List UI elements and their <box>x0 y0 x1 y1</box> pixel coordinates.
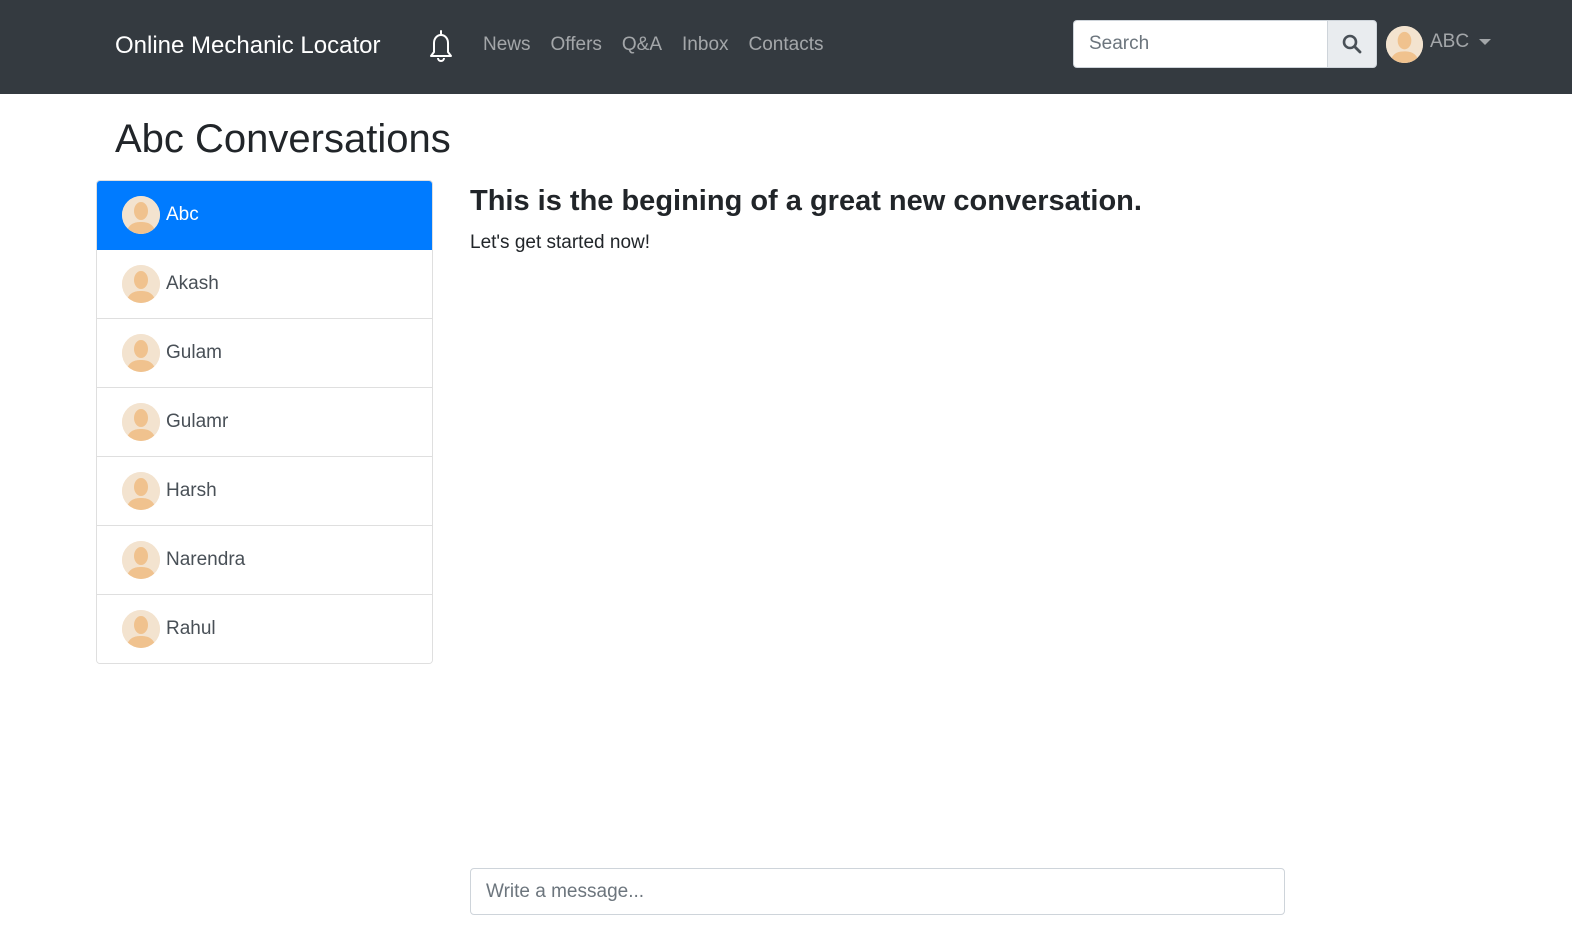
contact-name: Narendra <box>166 549 246 570</box>
search-icon <box>1342 34 1362 54</box>
contact-name: Abc <box>166 204 199 225</box>
search-input[interactable] <box>1073 20 1327 68</box>
nav-link-contacts[interactable]: Contacts <box>749 31 824 59</box>
contact-name: Gulamr <box>166 411 229 432</box>
conversation-subtext: Let's get started now! <box>470 232 651 253</box>
contact-item-gulam[interactable]: Gulam <box>97 319 432 388</box>
nav-link-qa[interactable]: Q&A <box>622 31 662 59</box>
user-name: ABC <box>1430 31 1470 52</box>
contact-item-rahul[interactable]: Rahul <box>97 595 432 663</box>
nav-links: News Offers Q&A Inbox Contacts <box>483 31 844 59</box>
message-input[interactable] <box>470 868 1285 915</box>
user-dropdown[interactable]: ABC <box>1386 25 1492 63</box>
caret-down-icon <box>1479 39 1492 45</box>
contact-name: Akash <box>166 273 219 294</box>
contact-avatar-icon <box>122 472 160 510</box>
contact-avatar-icon <box>122 334 160 372</box>
contact-avatar-icon <box>122 265 160 303</box>
nav-link-offers[interactable]: Offers <box>551 31 602 59</box>
contact-item-gulamr[interactable]: Gulamr <box>97 388 432 457</box>
contact-avatar-icon <box>122 196 160 234</box>
contact-item-abc[interactable]: Abc <box>97 181 432 250</box>
user-avatar-icon <box>1386 25 1423 63</box>
top-navbar: Online Mechanic Locator News Offers Q&A … <box>0 0 1572 94</box>
contact-avatar-icon <box>122 610 160 648</box>
contact-name: Gulam <box>166 342 222 363</box>
contact-avatar-icon <box>122 403 160 441</box>
contact-item-akash[interactable]: Akash <box>97 250 432 319</box>
nav-link-news[interactable]: News <box>483 31 531 59</box>
conversation-heading: This is the begining of a great new conv… <box>470 185 1142 217</box>
contact-list: Abc Akash Gulam Gulamr Harsh Narendra Ra… <box>96 180 433 664</box>
nav-link-inbox[interactable]: Inbox <box>682 31 728 59</box>
search-form <box>1073 20 1377 68</box>
contact-name: Rahul <box>166 618 216 639</box>
page-title: Abc Conversations <box>115 117 451 161</box>
contact-avatar-icon <box>122 541 160 579</box>
search-button[interactable] <box>1327 20 1377 68</box>
contact-item-narendra[interactable]: Narendra <box>97 526 432 595</box>
contact-name: Harsh <box>166 480 217 501</box>
bell-icon[interactable] <box>424 28 458 64</box>
brand-link[interactable]: Online Mechanic Locator <box>115 30 380 62</box>
contact-item-harsh[interactable]: Harsh <box>97 457 432 526</box>
